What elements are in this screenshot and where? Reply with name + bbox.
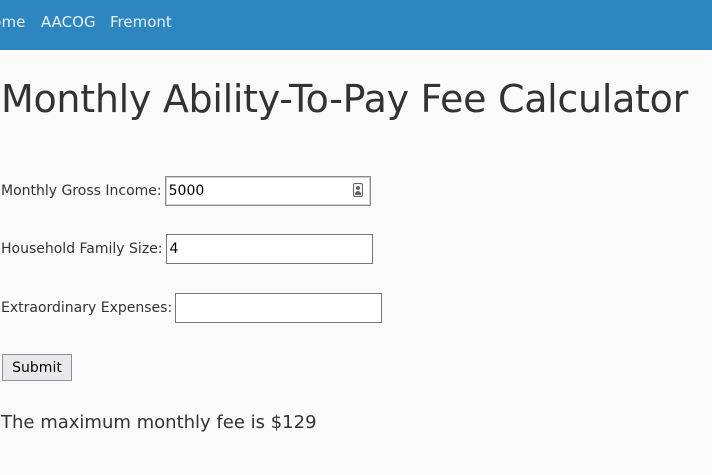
result-text: The maximum monthly fee is $129: [1, 412, 317, 433]
nav-link-home[interactable]: Home: [0, 13, 25, 31]
family-size-row: Household Family Size:: [1, 234, 373, 264]
family-size-input[interactable]: [165, 234, 373, 264]
top-navbar: Home AACOG Fremont: [0, 0, 712, 50]
expenses-row: Extraordinary Expenses:: [1, 293, 383, 323]
income-row: Monthly Gross Income:: [1, 176, 371, 206]
income-input[interactable]: [164, 176, 371, 206]
income-label: Monthly Gross Income:: [1, 183, 162, 199]
expenses-label: Extraordinary Expenses:: [1, 300, 173, 316]
autofill-contact-icon[interactable]: [352, 183, 363, 197]
family-size-label: Household Family Size:: [1, 241, 163, 257]
expenses-input[interactable]: [175, 293, 383, 323]
income-field-wrapper: [164, 176, 371, 206]
submit-button[interactable]: Submit: [2, 354, 72, 381]
page-title: Monthly Ability-To-Pay Fee Calculator: [1, 77, 688, 121]
nav-link-aacog[interactable]: AACOG: [41, 13, 96, 31]
nav-link-fremont[interactable]: Fremont: [110, 13, 172, 31]
